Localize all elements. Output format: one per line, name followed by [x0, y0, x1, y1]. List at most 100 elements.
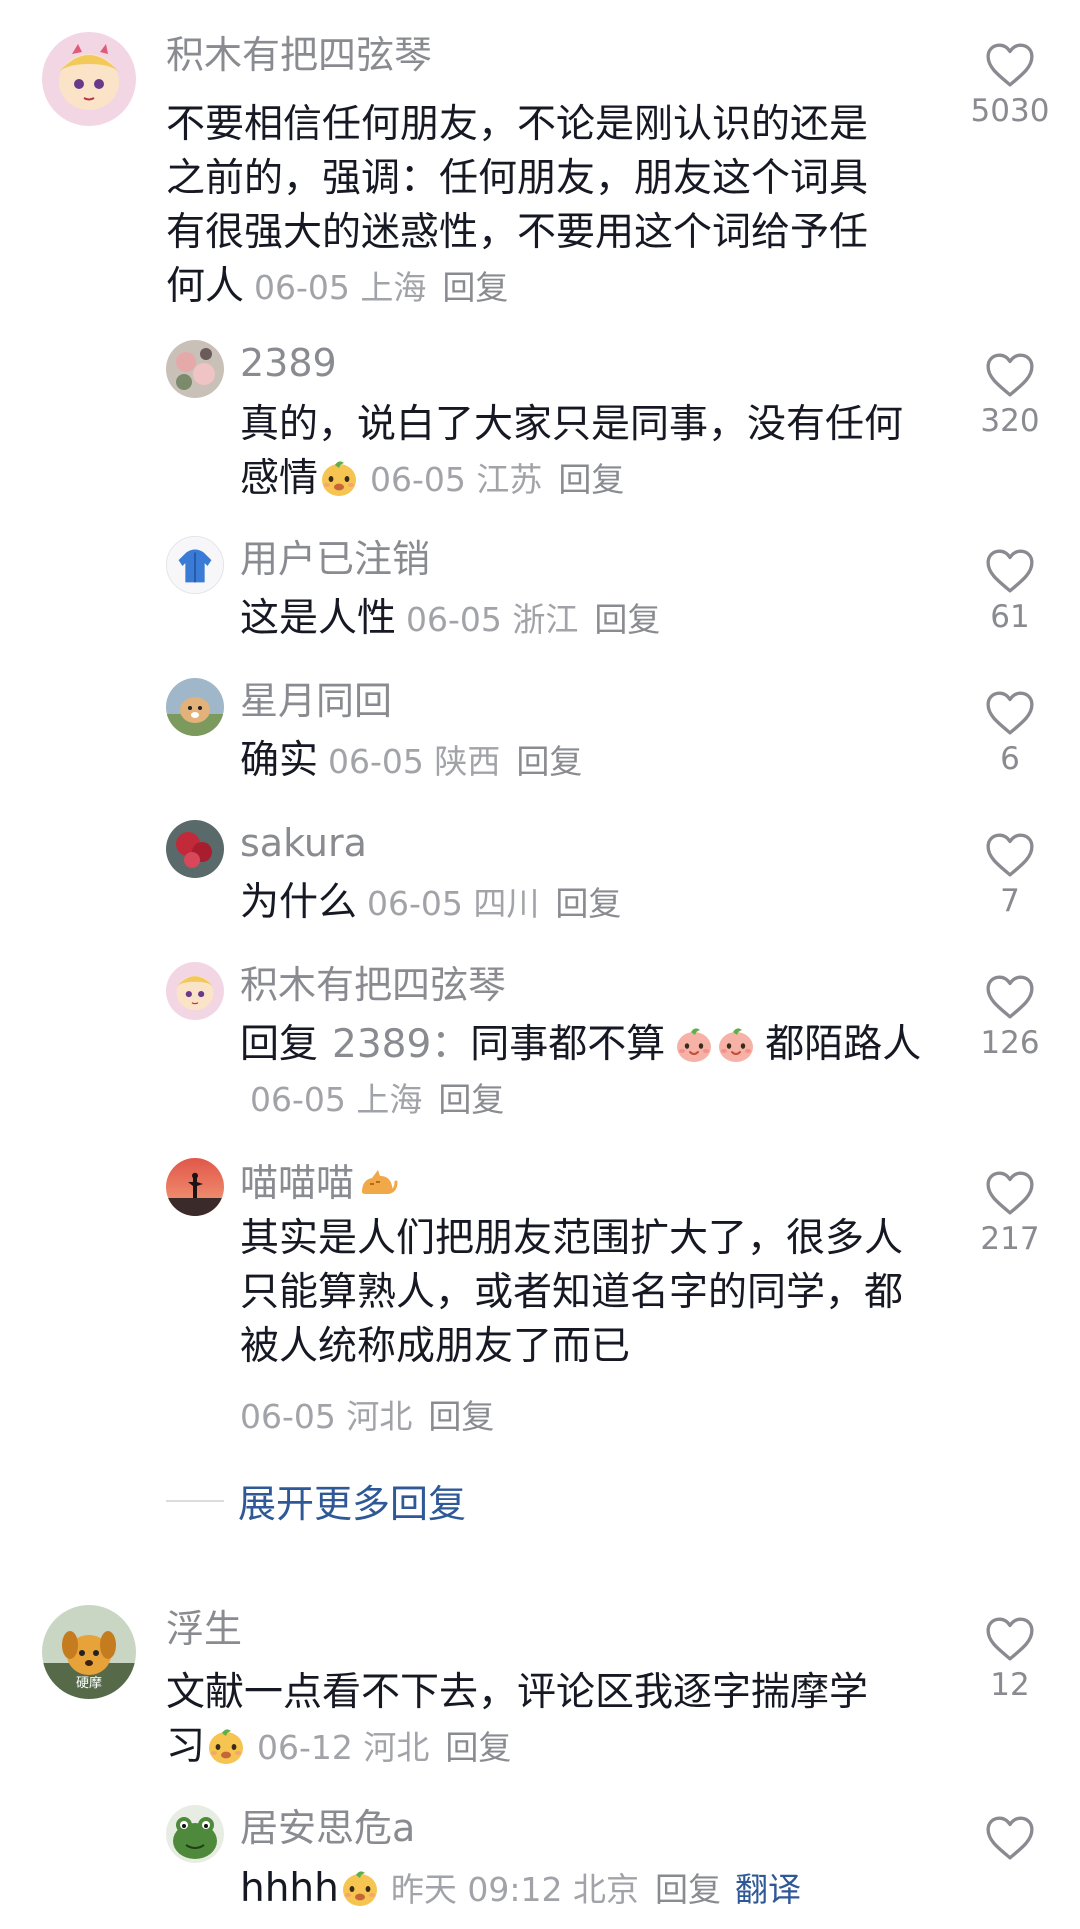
commenter-name[interactable]: 2389	[240, 344, 337, 382]
reply-text: 其实是人们把朋友范围扩大了，很多人只能算熟人，或者知道名字的同学，都被人统称成朋…	[240, 1212, 930, 1374]
commenter-name[interactable]: 用户已注销	[240, 540, 430, 578]
comment-meta: 06-05 浙江 回复	[406, 600, 660, 639]
like-count: 5030	[970, 93, 1050, 129]
reply-button[interactable]: 回复	[555, 884, 621, 923]
comment-meta: 06-05 河北 回复	[240, 1390, 494, 1438]
heart-icon	[985, 42, 1035, 88]
reply-body: 其实是人们把朋友范围扩大了，很多人只能算熟人，或者知道名字的同学，都被人统称成朋…	[240, 1216, 904, 1369]
peach-emoji-icon	[673, 1023, 715, 1065]
bean-emoji-icon	[339, 1867, 381, 1909]
heart-icon	[985, 974, 1035, 1020]
reply-button[interactable]: 回复	[438, 1080, 504, 1119]
like-button[interactable]: 12	[960, 1616, 1060, 1701]
avatar[interactable]: 硬摩	[42, 1605, 136, 1699]
like-button[interactable]: 5030	[960, 42, 1060, 127]
divider	[166, 1499, 224, 1502]
comment-meta: 06-12 河北 回复	[257, 1728, 511, 1767]
commenter-name[interactable]: 喵喵喵	[240, 1162, 398, 1202]
reply-body: 确实	[240, 738, 319, 783]
avatar[interactable]	[166, 1158, 224, 1216]
reply-button[interactable]: 回复	[445, 1728, 511, 1767]
heart-icon	[985, 352, 1035, 398]
like-count: 217	[980, 1221, 1040, 1257]
like-button[interactable]: 7	[960, 832, 1060, 917]
commenter-name[interactable]: 居安思危a	[240, 1809, 415, 1847]
commenter-name[interactable]: sakura	[240, 824, 367, 862]
reply-button[interactable]: 回复	[558, 460, 624, 499]
avatar[interactable]	[42, 32, 136, 126]
like-button[interactable]: 126	[960, 974, 1060, 1059]
reply-text: 真的，说白了大家只是同事，没有任何感情 06-05 江苏 回复	[240, 398, 930, 507]
avatar-caption: 硬摩	[75, 1676, 102, 1691]
reply-text: 确实 06-05 陕西 回复	[240, 734, 930, 789]
like-button[interactable]: 217	[960, 1170, 1060, 1255]
comment-meta: 06-05 四川 回复	[367, 884, 621, 923]
comment-meta: 06-05 陕西 回复	[328, 742, 582, 781]
bean-emoji-icon	[205, 1725, 247, 1767]
reply-text: 回复 2389：同事都不算 都陌路人06-05 上海 回复	[240, 1018, 930, 1127]
commenter-name-text: 喵喵喵	[240, 1161, 355, 1205]
dog-photo-avatar-icon	[166, 678, 224, 736]
reply-text: hhhh 昨天 09:12 北京 回复 翻译	[240, 1862, 960, 1917]
expand-more-replies-button[interactable]: 展开更多回复	[166, 1473, 466, 1528]
avatar[interactable]	[166, 340, 224, 398]
reply-body-part-b: 都陌路人	[765, 1022, 922, 1067]
avatar[interactable]	[166, 536, 224, 594]
like-button[interactable]	[960, 1815, 1060, 1861]
cat-icon	[356, 1162, 398, 1200]
comment-date-location: 06-05 上海	[250, 1080, 423, 1119]
reply-button[interactable]: 回复	[594, 600, 660, 639]
comment-meta: 06-05 上海 回复	[250, 1080, 504, 1119]
comment-text: 不要相信任何朋友，不论是刚认识的还是之前的，强调：任何朋友，朋友这个词具有很强大…	[166, 98, 906, 315]
commenter-name[interactable]: 浮生	[166, 1610, 242, 1648]
comment-meta: 06-05 上海 回复	[254, 268, 508, 307]
comment-meta: 昨天 09:12 北京 回复 翻译	[391, 1870, 801, 1909]
reply-target-user[interactable]: 2389：	[332, 1022, 470, 1067]
jacket-avatar-icon	[167, 537, 223, 593]
comment-date-location: 06-05 江苏	[370, 460, 543, 499]
avatar[interactable]	[166, 820, 224, 878]
peach-emoji-icon	[715, 1023, 757, 1065]
like-count: 12	[990, 1667, 1030, 1703]
like-count: 61	[990, 599, 1030, 635]
comment-date-location: 06-05 浙江	[406, 600, 579, 639]
reply-body-part-a: 同事都不算	[470, 1022, 666, 1067]
reply-button[interactable]: 回复	[428, 1397, 494, 1436]
avatar[interactable]	[166, 678, 224, 736]
avatar[interactable]	[166, 962, 224, 1020]
commenter-name[interactable]: 积木有把四弦琴	[240, 966, 506, 1004]
reply-text: 这是人性 06-05 浙江 回复	[240, 592, 930, 647]
heart-icon	[985, 548, 1035, 594]
sunset-silhouette-avatar-icon	[166, 1158, 224, 1216]
reply-button[interactable]: 回复	[442, 268, 508, 307]
commenter-name[interactable]: 星月同回	[240, 682, 392, 720]
heart-icon	[985, 1170, 1035, 1216]
comment-date-location: 06-05 陕西	[328, 742, 501, 781]
like-button[interactable]: 6	[960, 690, 1060, 775]
reply-prefix: 回复	[240, 1022, 319, 1067]
bean-emoji-icon	[318, 457, 360, 499]
reply-button[interactable]: 回复	[516, 742, 582, 781]
translate-button[interactable]: 翻译	[735, 1870, 801, 1909]
avatar[interactable]	[166, 1805, 224, 1863]
reply-button[interactable]: 回复	[655, 1870, 721, 1909]
like-button[interactable]: 320	[960, 352, 1060, 437]
like-button[interactable]: 61	[960, 548, 1060, 633]
expand-more-replies-label: 展开更多回复	[238, 1482, 467, 1526]
heart-icon	[985, 832, 1035, 878]
cartoon-girl-avatar-icon	[42, 32, 136, 126]
commenter-name[interactable]: 积木有把四弦琴	[166, 36, 432, 74]
like-count: 7	[1000, 883, 1020, 919]
cartoon-girl-avatar-icon	[166, 962, 224, 1020]
flower-photo-avatar-icon	[166, 340, 224, 398]
heart-icon	[985, 1815, 1035, 1861]
like-count: 320	[980, 403, 1040, 439]
like-count: 126	[980, 1025, 1040, 1061]
comment-date-location: 06-05 四川	[367, 884, 540, 923]
reply-text: 为什么 06-05 四川 回复	[240, 876, 930, 931]
frog-avatar-icon	[166, 1805, 224, 1863]
comment-date-location: 昨天 09:12 北京	[390, 1870, 639, 1909]
comment-meta: 06-05 江苏 回复	[370, 460, 624, 499]
comment-date-location: 06-05 上海	[254, 268, 427, 307]
reply-body: 为什么	[240, 880, 358, 925]
